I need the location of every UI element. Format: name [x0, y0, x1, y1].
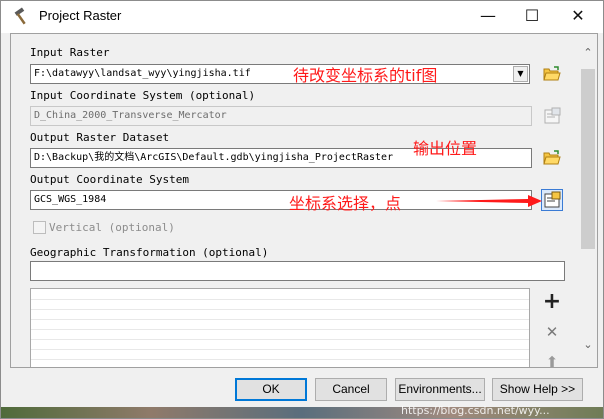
- add-icon[interactable]: +: [541, 289, 563, 314]
- list-row-divider: [31, 339, 529, 340]
- list-row-divider: [31, 359, 529, 360]
- geographic-transformation-field[interactable]: [30, 261, 565, 281]
- list-row-divider: [31, 309, 529, 310]
- remove-icon[interactable]: ✕: [541, 321, 563, 343]
- scroll-down-icon[interactable]: ⌄: [578, 336, 597, 354]
- show-help-button[interactable]: Show Help >>: [492, 378, 583, 401]
- input-raster-browse-button[interactable]: [541, 63, 563, 85]
- title-bar[interactable]: Project Raster — ☐ ✕: [1, 1, 603, 33]
- environments-button[interactable]: Environments...: [395, 378, 485, 401]
- minimize-button[interactable]: —: [465, 1, 511, 31]
- vertical-scrollbar[interactable]: ⌃ ⌄: [578, 34, 597, 367]
- chevron-down-icon[interactable]: ▼: [513, 66, 528, 82]
- output-raster-browse-button[interactable]: [541, 147, 563, 169]
- close-button[interactable]: ✕: [555, 1, 601, 31]
- output-coordinate-properties-button[interactable]: [541, 189, 563, 211]
- annotation-arrow-icon: [436, 195, 542, 207]
- vertical-checkbox[interactable]: [33, 221, 46, 234]
- output-raster-dataset-label: Output Raster Dataset: [30, 131, 170, 144]
- scroll-up-icon[interactable]: ⌃: [578, 44, 597, 62]
- list-row-divider: [31, 319, 529, 320]
- output-location-annotation: 输出位置: [413, 139, 478, 158]
- transformation-list[interactable]: [30, 288, 530, 367]
- maximize-button[interactable]: ☐: [509, 1, 555, 31]
- input-raster-field[interactable]: F:\datawyy\landsat_wyy\yingjisha.tif ▼: [30, 64, 530, 84]
- move-up-icon[interactable]: ⬆: [541, 351, 563, 367]
- input-raster-value: F:\datawyy\landsat_wyy\yingjisha.tif: [34, 68, 251, 79]
- input-coordinate-properties-button: [541, 105, 563, 127]
- ok-button[interactable]: OK: [235, 378, 307, 401]
- scroll-thumb[interactable]: [581, 69, 595, 249]
- list-row-divider: [31, 329, 529, 330]
- parameters-panel: Input Raster F:\datawyy\landsat_wyy\ying…: [10, 33, 598, 368]
- list-row-divider: [31, 349, 529, 350]
- list-row-divider: [31, 299, 529, 300]
- coordinate-properties-icon: [544, 107, 561, 124]
- coordinate-properties-icon: [544, 191, 561, 208]
- watermark-text: https://blog.csdn.net/wyy...: [401, 404, 550, 417]
- input-coordinate-system-field: D_China_2000_Transverse_Mercator: [30, 106, 532, 126]
- input-raster-annotation: 待改变坐标系的tif图: [293, 66, 438, 85]
- hammer-icon: [12, 7, 32, 27]
- input-coordinate-system-label: Input Coordinate System (optional): [30, 89, 256, 102]
- output-coordinate-system-label: Output Coordinate System: [30, 173, 189, 186]
- geographic-transformation-label: Geographic Transformation (optional): [30, 246, 269, 259]
- coordinate-selection-annotation: 坐标系选择，点: [289, 194, 402, 213]
- window-title: Project Raster: [39, 8, 122, 23]
- cancel-button[interactable]: Cancel: [315, 378, 387, 401]
- project-raster-dialog: Project Raster — ☐ ✕ Input Raster F:\dat…: [0, 0, 604, 419]
- folder-open-icon: [543, 66, 561, 81]
- folder-open-icon: [543, 150, 561, 165]
- input-raster-label: Input Raster: [30, 46, 110, 59]
- vertical-label: Vertical (optional): [49, 221, 175, 234]
